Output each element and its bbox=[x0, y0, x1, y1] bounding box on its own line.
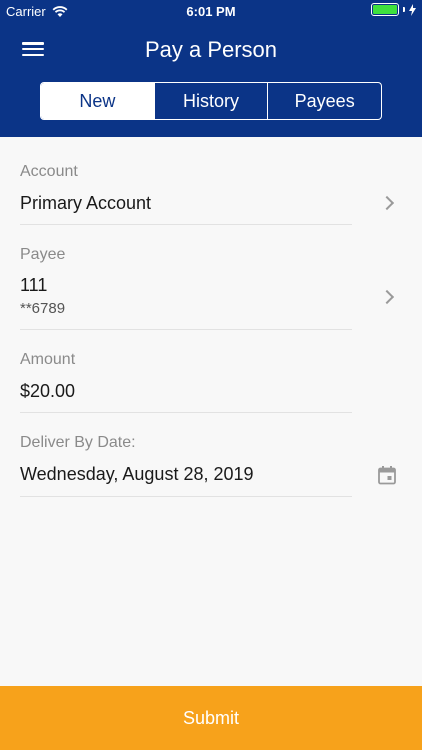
tab-new[interactable]: New bbox=[41, 83, 154, 119]
top-bar: Carrier 6:01 PM Pay a Person New History… bbox=[0, 0, 422, 137]
status-time: 6:01 PM bbox=[186, 4, 236, 19]
deliver-date-field[interactable]: Deliver By Date: Wednesday, August 28, 2… bbox=[20, 434, 352, 497]
deliver-date-value: Wednesday, August 28, 2019 bbox=[20, 464, 254, 484]
tab-bar: New History Payees bbox=[40, 82, 382, 120]
chevron-right-icon[interactable] bbox=[379, 195, 395, 211]
account-label: Account bbox=[20, 163, 78, 180]
charging-icon bbox=[409, 3, 416, 16]
page-title: Pay a Person bbox=[144, 37, 278, 62]
submit-button[interactable]: Submit bbox=[0, 686, 422, 750]
amount-field[interactable]: Amount $20.00 bbox=[20, 351, 352, 413]
calendar-icon[interactable] bbox=[377, 465, 397, 485]
payee-label: Payee bbox=[20, 246, 66, 263]
payee-field[interactable]: Payee 111 **6789 bbox=[20, 246, 352, 330]
tab-payees[interactable]: Payees bbox=[267, 83, 381, 119]
amount-label: Amount bbox=[20, 351, 76, 368]
battery-cap bbox=[403, 7, 405, 12]
battery-icon bbox=[371, 3, 399, 16]
account-value: Primary Account bbox=[20, 193, 152, 213]
amount-value: $20.00 bbox=[20, 381, 76, 401]
deliver-date-label: Deliver By Date: bbox=[20, 434, 136, 451]
payee-account-number: **6789 bbox=[20, 300, 66, 317]
tab-history[interactable]: History bbox=[153, 83, 268, 119]
status-bar: Carrier 6:01 PM bbox=[0, 0, 422, 24]
chevron-right-icon[interactable] bbox=[379, 289, 395, 305]
status-right bbox=[371, 3, 416, 16]
account-field[interactable]: Account Primary Account bbox=[20, 163, 352, 225]
payee-value: 111 bbox=[20, 275, 48, 295]
